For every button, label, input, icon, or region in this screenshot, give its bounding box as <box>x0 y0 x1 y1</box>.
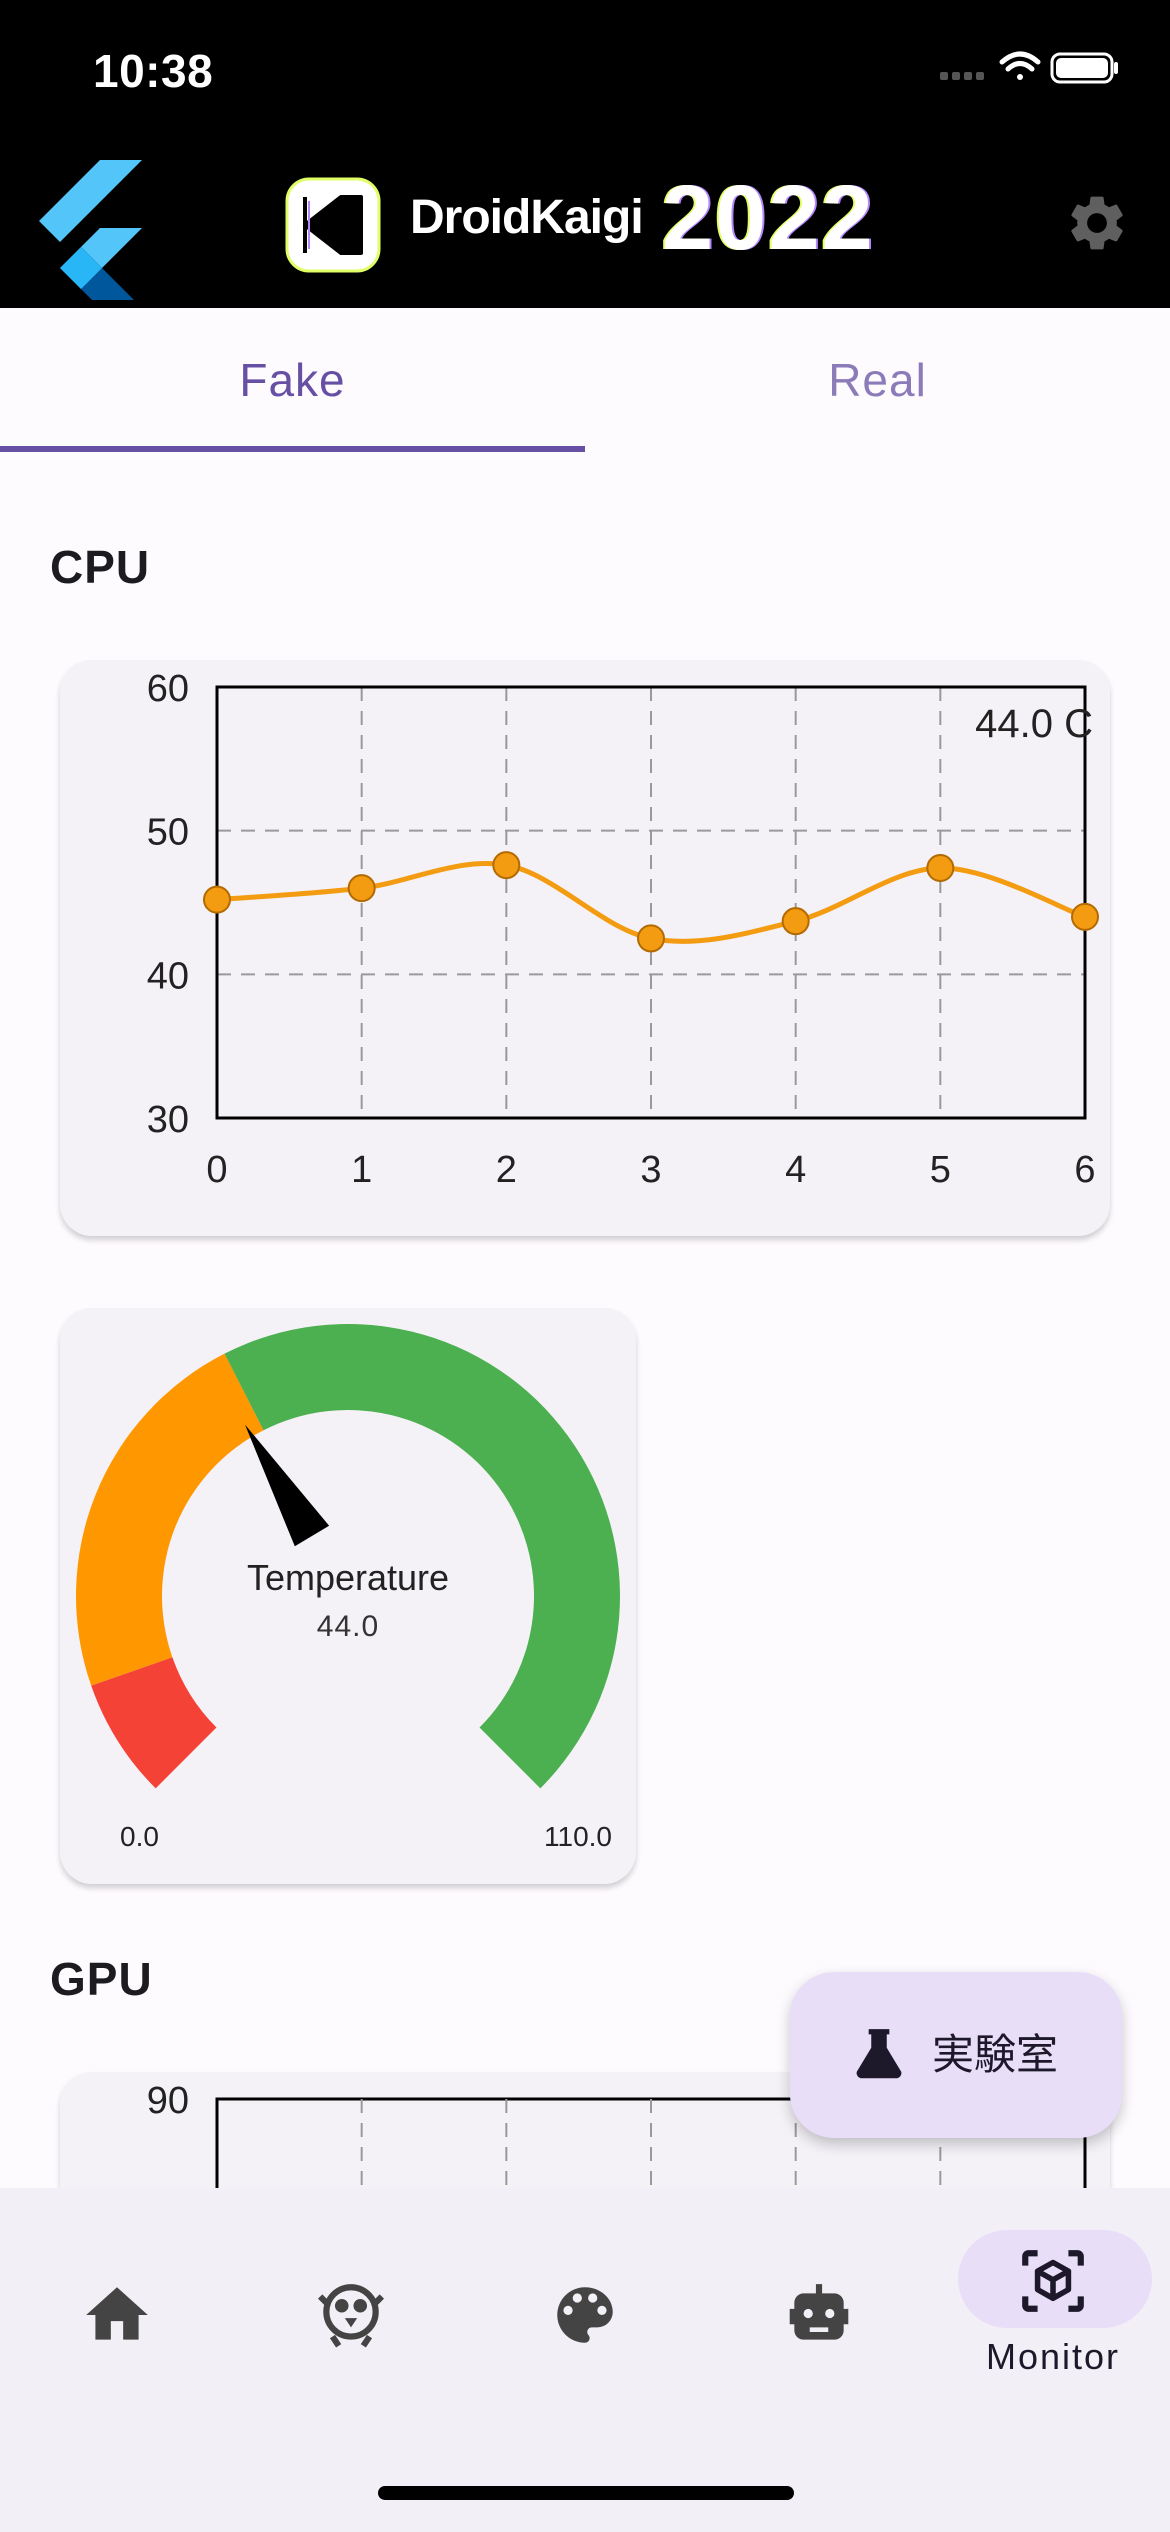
x-tick-label: 6 <box>1074 1149 1095 1191</box>
cpu-data-point <box>203 885 231 914</box>
bottom-navigation: Monitor <box>0 2188 1170 2532</box>
home-icon <box>86 2287 148 2340</box>
temperature-gauge: Temperature 44.0 0.0 110.0 <box>76 1324 620 1852</box>
droidkaigi-logo-icon <box>285 177 381 273</box>
status-icons <box>940 51 1118 84</box>
gauge-value: 44.0 <box>317 1610 379 1643</box>
bird-icon <box>317 2284 385 2348</box>
app-bar: DroidKaigi 2022 <box>0 140 1170 308</box>
y-tick-label: 90 <box>147 2080 189 2122</box>
fab-label: 実験室 <box>932 2031 1059 2078</box>
tab-real[interactable]: Real <box>585 308 1170 453</box>
current-value-label: 44.0 C <box>975 702 1093 746</box>
gauge-max-label: 110.0 <box>544 1821 612 1852</box>
cpu-gauge-card: Temperature 44.0 0.0 110.0 <box>60 1308 636 1884</box>
y-tick-label: 50 <box>147 812 189 854</box>
x-tick-label: 3 <box>640 1149 661 1191</box>
cpu-chart-card: 30 40 50 60 0 1 2 3 4 5 6 44.0 C <box>60 660 1110 1236</box>
brand-text: DroidKaigi <box>410 191 644 244</box>
nav-label-monitor: Monitor <box>985 2336 1121 2377</box>
cpu-data-point <box>1071 902 1099 931</box>
flutter-logo-icon <box>39 160 142 300</box>
x-tick-label: 2 <box>496 1149 517 1191</box>
battery-icon <box>1050 52 1118 84</box>
cpu-data-point <box>926 854 955 883</box>
y-tick-label: 30 <box>147 1099 189 1141</box>
gauge-min-label: 0.0 <box>120 1821 159 1852</box>
status-bar: 10:38 <box>0 0 1170 140</box>
status-time: 10:38 <box>93 45 214 97</box>
x-tick-label: 0 <box>206 1149 227 1191</box>
cpu-data-point <box>492 851 521 880</box>
cpu-section-title: CPU <box>50 541 151 593</box>
gauge-needle <box>244 1424 330 1547</box>
flask-icon <box>856 2029 902 2079</box>
tab-bar: Fake Real <box>0 308 1170 453</box>
robot-icon <box>789 2284 849 2340</box>
x-tick-label: 5 <box>930 1149 951 1191</box>
gauge-range-orange <box>76 1353 264 1686</box>
home-indicator <box>378 2486 794 2500</box>
cpu-data-point <box>781 907 810 936</box>
monitor-cube-icon <box>1022 2250 1084 2312</box>
tab-indicator <box>0 446 585 452</box>
x-tick-label: 1 <box>351 1149 372 1191</box>
cpu-data-point <box>637 924 665 953</box>
wifi-icon <box>999 51 1041 80</box>
lab-fab-button[interactable]: 実験室 <box>790 1972 1122 2138</box>
signal-icon <box>940 72 984 80</box>
y-tick-label: 40 <box>147 955 189 997</box>
palette-icon <box>557 2287 613 2343</box>
nav-item-monitor[interactable]: Monitor <box>936 2188 1170 2388</box>
x-tick-label: 4 <box>785 1149 806 1191</box>
gpu-section-title: GPU <box>50 1953 153 2005</box>
nav-item-robot[interactable] <box>702 2188 936 2388</box>
y-tick-label: 60 <box>147 668 189 710</box>
nav-item-palette[interactable] <box>468 2188 702 2388</box>
brand-year: 2022 <box>662 167 875 269</box>
nav-item-bird[interactable] <box>234 2188 468 2388</box>
nav-item-home[interactable] <box>0 2188 234 2388</box>
cpu-data-point <box>347 874 376 903</box>
settings-gear-icon[interactable] <box>1064 190 1130 256</box>
tab-fake[interactable]: Fake <box>0 308 585 453</box>
gauge-title: Temperature <box>247 1557 449 1598</box>
cpu-line-chart: 30 40 50 60 0 1 2 3 4 5 6 44.0 C <box>147 668 1099 1191</box>
